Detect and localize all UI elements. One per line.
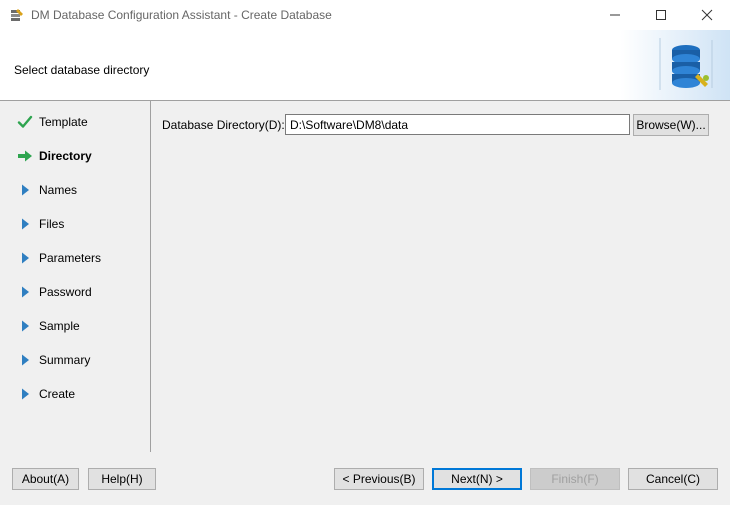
- help-button[interactable]: Help(H): [88, 468, 156, 490]
- triangle-right-icon: [17, 216, 33, 232]
- next-button[interactable]: Next(N) >: [432, 468, 522, 490]
- cancel-button[interactable]: Cancel(C): [628, 468, 718, 490]
- triangle-right-icon: [17, 352, 33, 368]
- step-label: Files: [39, 217, 65, 231]
- database-stack-icon: [620, 30, 730, 100]
- step-label: Parameters: [39, 251, 102, 265]
- previous-button[interactable]: < Previous(B): [334, 468, 424, 490]
- window-title: DM Database Configuration Assistant - Cr…: [31, 8, 332, 22]
- browse-button[interactable]: Browse(W)...: [633, 114, 709, 136]
- database-directory-label: Database Directory(D):: [162, 118, 285, 132]
- step-label: Summary: [39, 353, 91, 367]
- close-icon: [701, 9, 713, 21]
- triangle-right-icon: [17, 250, 33, 266]
- main-panel: Database Directory(D): Browse(W)...: [151, 101, 730, 452]
- about-button[interactable]: About(A): [12, 468, 79, 490]
- step-names: Names: [17, 180, 77, 200]
- step-template: Template: [17, 112, 88, 132]
- step-create: Create: [17, 384, 75, 404]
- maximize-icon: [656, 10, 666, 20]
- step-label: Password: [39, 285, 92, 299]
- finish-button[interactable]: Finish(F): [530, 468, 620, 490]
- step-files: Files: [17, 214, 64, 234]
- minimize-icon: [610, 14, 620, 16]
- steps-sidebar: Template Directory Names Files Parameter…: [0, 101, 151, 452]
- step-label: Names: [39, 183, 78, 197]
- triangle-right-icon: [17, 284, 33, 300]
- triangle-right-icon: [17, 386, 33, 402]
- step-parameters: Parameters: [17, 248, 101, 268]
- step-label: Template: [39, 115, 88, 129]
- triangle-right-icon: [17, 318, 33, 334]
- step-directory: Directory: [17, 146, 92, 166]
- step-label: Sample: [39, 319, 80, 333]
- step-password: Password: [17, 282, 92, 302]
- step-label: Create: [39, 387, 76, 401]
- check-icon: [17, 114, 33, 130]
- step-summary: Summary: [17, 350, 90, 370]
- maximize-button[interactable]: [638, 0, 684, 30]
- arrow-right-icon: [17, 148, 33, 164]
- wizard-footer: About(A) Help(H) < Previous(B) Next(N) >…: [0, 452, 730, 505]
- step-sample: Sample: [17, 316, 80, 336]
- title-bar: DM Database Configuration Assistant - Cr…: [0, 0, 730, 30]
- step-label: Directory: [39, 149, 92, 163]
- close-button[interactable]: [684, 0, 730, 30]
- minimize-button[interactable]: [592, 0, 638, 30]
- database-directory-input[interactable]: [285, 114, 630, 135]
- wizard-header: Select database directory: [0, 30, 730, 101]
- page-subtitle: Select database directory: [14, 63, 150, 77]
- app-database-icon: [11, 9, 23, 21]
- triangle-right-icon: [17, 182, 33, 198]
